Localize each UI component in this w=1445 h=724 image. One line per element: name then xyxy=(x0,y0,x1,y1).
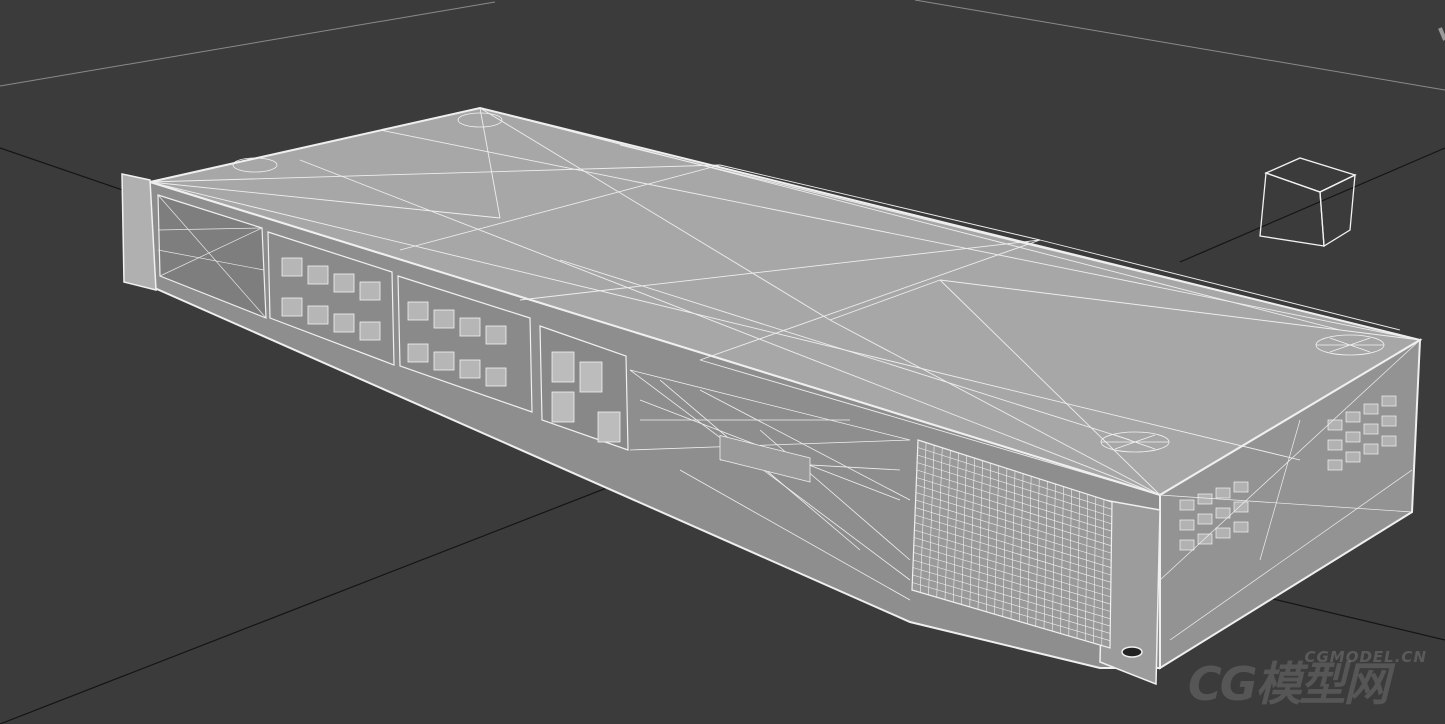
grid-line xyxy=(1438,27,1445,41)
grid-line xyxy=(0,474,641,724)
helper-top-face xyxy=(1264,157,1357,193)
grid-line xyxy=(0,147,141,197)
grid-line xyxy=(914,0,1445,91)
helper-front-face xyxy=(1259,172,1325,247)
grid-line xyxy=(1179,147,1445,263)
rack-ear-left xyxy=(121,173,157,291)
rack-ear-handle xyxy=(1121,646,1143,658)
viewport-scene[interactable] xyxy=(0,0,1445,724)
grid-line xyxy=(0,1,496,87)
3d-viewport[interactable]: CGMODEL.CN CG模型网 xyxy=(0,0,1445,724)
switch-mesh[interactable] xyxy=(121,106,1423,686)
helper-side-face xyxy=(1319,173,1356,248)
box-helper-gizmo[interactable] xyxy=(1259,157,1357,248)
